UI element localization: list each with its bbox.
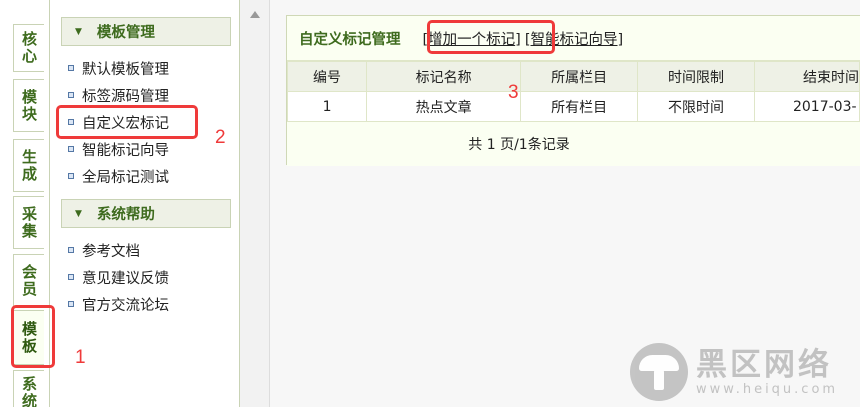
watermark-text: 黑区网络 www.heiqu.com: [696, 348, 838, 397]
menu-item-label: 默认模板管理: [82, 61, 169, 78]
panel-title: 自定义标记管理: [299, 31, 401, 48]
tag-table: 编号 标记名称 所属栏目 时间限制 结束时间 1 热点文章 所有栏目 不限时间 …: [286, 61, 860, 122]
table-header-row: 编号 标记名称 所属栏目 时间限制 结束时间: [286, 61, 860, 92]
bullet-icon: [68, 173, 74, 179]
tab-system-label: 系统: [20, 375, 38, 407]
tab-module-label: 模块: [20, 88, 38, 123]
column-header-end-time: 结束时间: [753, 61, 860, 92]
bullet-icon: [68, 301, 74, 307]
bullet-icon: [68, 274, 74, 280]
annotation-number-1: 1: [75, 347, 86, 368]
cell-column: 所有栏目: [520, 91, 639, 122]
cell-tag-name[interactable]: 热点文章: [366, 91, 522, 122]
bullet-icon: [68, 247, 74, 253]
pagination-summary: 共 1 页/1条记录: [468, 137, 570, 153]
tab-collect[interactable]: 采集: [13, 196, 44, 249]
watermark-brand: 黑区网络: [696, 346, 832, 383]
panel-header: 自定义标记管理 [增加一个标记] [智能标记向导]: [287, 16, 860, 61]
cell-time-limit: 不限时间: [637, 91, 755, 122]
bullet-icon: [68, 92, 74, 98]
menu-item-label: 参考文档: [82, 243, 140, 260]
bullet-icon: [68, 65, 74, 71]
menu-item-label: 全局标记测试: [82, 169, 169, 186]
tab-generate[interactable]: 生成: [13, 139, 44, 192]
chevron-down-icon: ▼: [75, 26, 82, 37]
menu-item-official-forum[interactable]: 官方交流论坛: [68, 293, 169, 315]
column-header-time-limit: 时间限制: [637, 61, 755, 92]
tab-collect-label: 采集: [20, 205, 38, 240]
menu-item-label: 智能标记向导: [82, 142, 169, 159]
menu-item-default-templates[interactable]: 默认模板管理: [68, 57, 169, 79]
bullet-icon: [68, 146, 74, 152]
tab-core[interactable]: 核心: [13, 24, 44, 72]
column-header-column: 所属栏目: [520, 61, 639, 92]
scroll-up-icon[interactable]: [250, 11, 260, 18]
menu-item-label: 官方交流论坛: [82, 297, 169, 314]
table-row[interactable]: 1 热点文章 所有栏目 不限时间 2017-03-: [286, 91, 860, 122]
menu-section-system-help[interactable]: ▼ 系统帮助: [61, 199, 231, 228]
mushroom-logo-icon: [630, 343, 688, 401]
annotation-number-2: 2: [215, 127, 226, 148]
menu-item-label: 意见建议反馈: [82, 270, 169, 287]
menu-section-title: 系统帮助: [96, 207, 155, 223]
sidebar-menu: ▼ 模板管理 默认模板管理 标签源码管理 自定义宏标记 智能标记向导 全局标记测…: [50, 0, 240, 407]
menu-item-feedback[interactable]: 意见建议反馈: [68, 266, 169, 288]
menu-item-tag-source[interactable]: 标签源码管理: [68, 84, 169, 106]
menu-item-global-tag-test[interactable]: 全局标记测试: [68, 165, 169, 187]
column-header-id: 编号: [286, 61, 368, 92]
tab-member[interactable]: 会员: [13, 254, 44, 307]
annotation-number-3: 3: [508, 82, 519, 103]
annotation-box-2: [56, 105, 198, 139]
tab-member-label: 会员: [20, 263, 38, 298]
tag-management-panel: 自定义标记管理 [增加一个标记] [智能标记向导] 编号 标记名称 所属栏目 时…: [286, 15, 860, 166]
menu-item-smart-tag-wizard[interactable]: 智能标记向导: [68, 138, 169, 160]
menu-item-reference-docs[interactable]: 参考文档: [68, 239, 140, 261]
cell-id: 1: [286, 91, 368, 122]
menu-section-title: 模板管理: [96, 25, 155, 41]
column-header-tag-name: 标记名称: [366, 61, 522, 92]
annotation-box-3: [427, 20, 555, 54]
frame-scrollbar[interactable]: [240, 0, 270, 407]
annotation-box-1: [11, 305, 55, 368]
tab-module[interactable]: 模块: [13, 79, 44, 132]
menu-item-label: 标签源码管理: [82, 88, 169, 105]
watermark-url: www.heiqu.com: [696, 381, 839, 397]
menu-section-template-management[interactable]: ▼ 模板管理: [61, 17, 231, 46]
tab-core-label: 核心: [20, 31, 38, 65]
bracket-close: ]: [617, 31, 624, 48]
watermark: 黑区网络 www.heiqu.com: [630, 337, 860, 407]
chevron-down-icon: ▼: [75, 208, 82, 219]
tab-system[interactable]: 系统: [13, 370, 44, 407]
table-footer: 共 1 页/1条记录: [287, 121, 860, 166]
tab-generate-label: 生成: [20, 148, 38, 183]
cell-end-time: 2017-03-: [753, 91, 860, 122]
